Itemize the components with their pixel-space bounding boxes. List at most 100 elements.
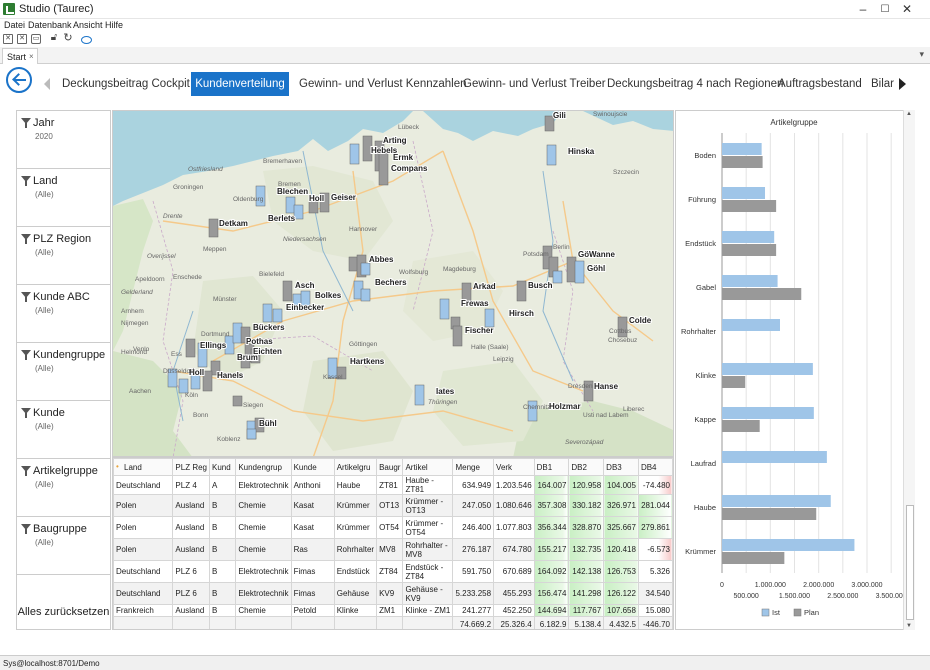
map-bar[interactable] bbox=[272, 308, 283, 323]
column-header[interactable]: DB3 bbox=[603, 458, 639, 476]
table-row[interactable]: Deutschland PLZ 6 B Elektrotechnik Fimas Gehä… bbox=[113, 582, 673, 605]
bar-plan[interactable] bbox=[722, 244, 777, 256]
map-bar[interactable] bbox=[378, 152, 389, 186]
filter-plz-region[interactable]: PLZ Region (Alle) bbox=[17, 227, 110, 285]
filter-jahr[interactable]: Jahr 2020 bbox=[17, 111, 110, 169]
menu-hilfe[interactable]: Hilfe bbox=[105, 20, 123, 30]
column-header[interactable]: Land • bbox=[113, 458, 174, 476]
table-row[interactable]: Polen Ausland B Chemie Kasat Krümmer OT13 Krümm… bbox=[113, 494, 673, 517]
map-bar[interactable] bbox=[484, 308, 495, 328]
map-bar[interactable] bbox=[232, 322, 243, 344]
reset-all-button[interactable]: Alles zurücksetzen bbox=[17, 583, 110, 630]
tab-dropdown-icon[interactable]: ▾ bbox=[919, 49, 924, 60]
bar-ist[interactable] bbox=[722, 363, 813, 375]
bar-plan[interactable] bbox=[722, 552, 785, 564]
column-header[interactable]: PLZ Reg bbox=[172, 458, 210, 476]
map-bar[interactable] bbox=[348, 256, 359, 272]
map-bar[interactable] bbox=[293, 204, 304, 220]
column-header[interactable]: Artikelgru bbox=[333, 458, 378, 476]
column-header[interactable]: Artikel bbox=[402, 458, 454, 476]
column-header[interactable]: Menge bbox=[452, 458, 495, 476]
column-header[interactable]: DB4 bbox=[637, 458, 673, 476]
bar-ist[interactable] bbox=[722, 539, 855, 551]
table-row[interactable]: Deutschland PLZ 6 B Elektrotechnik Fimas Ends… bbox=[113, 560, 673, 583]
bar-ist[interactable] bbox=[722, 495, 831, 507]
nav-tab-kundenverteilung[interactable]: Kundenverteilung bbox=[191, 72, 289, 96]
nav-tab-auftragsbestand[interactable]: Auftragsbestand bbox=[778, 72, 862, 96]
bar-ist[interactable] bbox=[722, 319, 780, 331]
bar-ist[interactable] bbox=[722, 187, 766, 199]
map-bar[interactable] bbox=[224, 335, 235, 355]
nav-tab-bilanz[interactable]: Bilar bbox=[871, 72, 895, 96]
filter-kundengruppe[interactable]: Kundengruppe (Alle) bbox=[17, 343, 110, 401]
map-bar[interactable] bbox=[360, 288, 371, 302]
map-bar[interactable] bbox=[414, 384, 425, 406]
nav-scroll-left-icon[interactable] bbox=[44, 78, 50, 90]
table-row[interactable]: Polen Ausland B Chemie Ras Rohrhalter MV8 Rohrh… bbox=[113, 538, 673, 561]
article-group-chart[interactable]: Artikelgruppe Boden Führung Endstück Gabel Ro… bbox=[675, 110, 915, 630]
bar-ist[interactable] bbox=[722, 407, 814, 419]
nav-tab-guv-kennzahlen[interactable]: Gewinn- und Verlust Kennzahlen bbox=[299, 72, 467, 96]
map-bar[interactable] bbox=[178, 378, 189, 394]
nav-tab-guv-treiber[interactable]: Gewinn- und Verlust Treiber bbox=[463, 72, 606, 96]
back-arrow-icon[interactable] bbox=[6, 67, 32, 93]
menu-datenbank[interactable]: Datenbank bbox=[28, 20, 72, 30]
column-header[interactable]: DB2 bbox=[568, 458, 605, 476]
tab-close-icon[interactable]: × bbox=[29, 52, 34, 61]
bar-plan[interactable] bbox=[722, 156, 763, 168]
bar-plan[interactable] bbox=[722, 288, 802, 300]
column-header[interactable]: DB1 bbox=[533, 458, 570, 476]
filter-kunde[interactable]: Kunde (Alle) bbox=[17, 401, 110, 459]
scroll-up-icon[interactable]: ▲ bbox=[906, 111, 912, 117]
close-all-icon[interactable]: ✕ bbox=[3, 34, 13, 44]
map-bar[interactable] bbox=[208, 218, 219, 238]
map-bar[interactable] bbox=[246, 428, 257, 440]
column-header[interactable]: Kund bbox=[208, 458, 237, 476]
column-header[interactable]: Verk bbox=[493, 458, 535, 476]
eye-icon[interactable] bbox=[81, 36, 92, 44]
scrollbar-thumb[interactable] bbox=[906, 505, 914, 620]
filter-kunde-abc[interactable]: Kunde ABC (Alle) bbox=[17, 285, 110, 343]
column-header[interactable]: Kundengrup bbox=[235, 458, 292, 476]
close-icon[interactable]: ✕ bbox=[17, 34, 27, 44]
filter-land[interactable]: Land (Alle) bbox=[17, 169, 110, 227]
bar-ist[interactable] bbox=[722, 143, 762, 155]
nav-tab-db4-regionen[interactable]: Deckungsbeitrag 4 nach Regionen bbox=[607, 72, 783, 96]
menu-datei[interactable]: Datei bbox=[4, 20, 25, 30]
map-bar[interactable] bbox=[262, 303, 273, 323]
map-bar[interactable] bbox=[566, 256, 577, 283]
bar-ist[interactable] bbox=[722, 451, 827, 463]
table-row[interactable]: Polen Ausland B Chemie Kasat Krümmer OT54 Krümm… bbox=[113, 516, 673, 539]
bar-plan[interactable] bbox=[722, 420, 760, 432]
map-bar[interactable] bbox=[282, 280, 293, 302]
map-bar[interactable] bbox=[232, 395, 243, 407]
nav-scroll-right-icon[interactable] bbox=[899, 78, 906, 90]
tab-start[interactable]: Start × bbox=[2, 48, 38, 64]
chart-scrollbar[interactable]: ▲ ▼ bbox=[903, 110, 915, 630]
map-bar[interactable] bbox=[185, 338, 196, 358]
map-bar[interactable] bbox=[439, 298, 450, 320]
column-header[interactable]: Kunde bbox=[290, 458, 335, 476]
bar-ist[interactable] bbox=[722, 275, 778, 287]
filter-artikelgruppe[interactable]: Artikelgruppe (Alle) bbox=[17, 459, 110, 517]
customer-map[interactable]: Lübeck Arting Hebels Ermk Compans Gili Hinska S… bbox=[112, 110, 674, 457]
table-row[interactable]: Deutschland PLZ 4 A Elektrotechnik Anthoni Ha… bbox=[113, 475, 673, 495]
scroll-down-icon[interactable]: ▼ bbox=[906, 623, 912, 629]
bar-ist[interactable] bbox=[722, 231, 775, 243]
map-bar[interactable] bbox=[452, 325, 463, 347]
refresh-icon[interactable]: ↻ bbox=[63, 33, 73, 44]
map-bar[interactable] bbox=[552, 270, 563, 284]
map-bar[interactable] bbox=[349, 143, 360, 165]
bar-plan[interactable] bbox=[722, 200, 777, 212]
map-bar[interactable] bbox=[202, 370, 213, 392]
menu-ansicht[interactable]: Ansicht bbox=[73, 20, 103, 30]
map-bar[interactable] bbox=[360, 262, 371, 276]
map-bar[interactable] bbox=[285, 196, 296, 214]
map-bar[interactable] bbox=[546, 144, 557, 166]
print-icon[interactable]: ▭ bbox=[31, 34, 41, 44]
map-canvas[interactable]: LübeckArtingHebelsErmkCompansGiliHinskaS… bbox=[113, 111, 674, 457]
map-bar[interactable] bbox=[516, 280, 527, 302]
nav-tab-deckungsbeitrag-cockpit[interactable]: Deckungsbeitrag Cockpit bbox=[62, 72, 190, 96]
table-row[interactable]: Frankreich Ausland B Chemie Petold Klinke ZM1 K… bbox=[113, 604, 673, 617]
close-window-button[interactable]: ✕ bbox=[884, 0, 930, 19]
